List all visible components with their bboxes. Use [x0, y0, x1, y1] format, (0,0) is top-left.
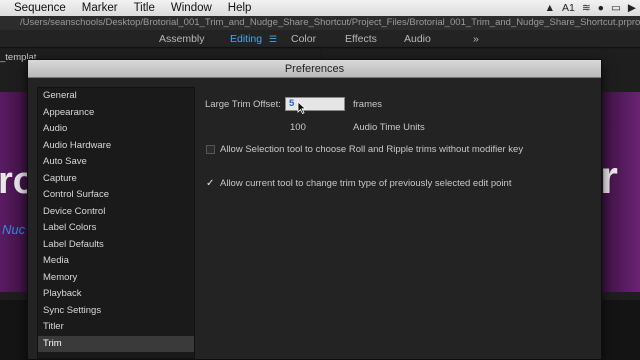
- category-label-defaults[interactable]: Label Defaults: [38, 237, 194, 254]
- category-capture[interactable]: Capture: [38, 171, 194, 188]
- menu-marker[interactable]: Marker: [74, 0, 126, 16]
- more-workspaces-icon[interactable]: »: [473, 30, 479, 48]
- roll-ripple-checkbox[interactable]: [206, 145, 215, 154]
- category-playback[interactable]: Playback: [38, 286, 194, 303]
- menu-help[interactable]: Help: [220, 0, 260, 16]
- category-device-control[interactable]: Device Control: [38, 204, 194, 221]
- tab-effects[interactable]: Effects: [345, 30, 377, 48]
- workspace-bar: Assembly Editing ☰ Color Effects Audio »: [0, 30, 640, 48]
- adobe-icon[interactable]: ▲: [545, 0, 555, 16]
- category-titler[interactable]: Titler: [38, 319, 194, 336]
- mouse-pointer-icon: [297, 101, 307, 115]
- large-trim-offset-label: Large Trim Offset:: [205, 99, 281, 110]
- dialog-title: Preferences: [28, 60, 601, 78]
- menu-sequence[interactable]: Sequence: [6, 0, 74, 16]
- audio-trim-offset-input[interactable]: 100: [290, 122, 306, 133]
- trim-type-checkbox[interactable]: ✓: [206, 179, 214, 189]
- video-subtext-left: Nuc: [2, 222, 26, 237]
- status-area: ▲ A1 ≋ ● ▭ ▶: [545, 0, 636, 16]
- large-trim-offset-value: 5: [289, 98, 295, 109]
- category-general[interactable]: General: [38, 88, 194, 105]
- tab-editing[interactable]: Editing: [230, 30, 262, 48]
- a1-badge-icon[interactable]: A1: [562, 0, 575, 16]
- category-control-surface[interactable]: Control Surface: [38, 187, 194, 204]
- wifi-icon[interactable]: ≋: [582, 0, 591, 16]
- category-trim[interactable]: Trim: [38, 335, 194, 352]
- trim-type-label: Allow current tool to change trim type o…: [220, 178, 512, 189]
- trim-settings: Large Trim Offset: 5 frames 100 Audio Ti…: [204, 87, 594, 357]
- audio-trim-offset-unit: Audio Time Units: [353, 122, 425, 133]
- large-trim-offset-input[interactable]: 5: [285, 97, 345, 111]
- project-path: /Users/seanschools/Desktop/Brotorial_001…: [0, 16, 640, 30]
- category-label-colors[interactable]: Label Colors: [38, 220, 194, 237]
- tab-assembly[interactable]: Assembly: [159, 30, 205, 48]
- category-audio[interactable]: Audio: [38, 121, 194, 138]
- menu-title[interactable]: Title: [126, 0, 163, 16]
- preferences-dialog: Preferences General Appearance Audio Aud…: [27, 59, 602, 360]
- category-memory[interactable]: Memory: [38, 270, 194, 287]
- volume-icon[interactable]: ▶: [628, 0, 636, 16]
- category-list: General Appearance Audio Audio Hardware …: [37, 87, 195, 359]
- video-text-right: r: [600, 151, 618, 203]
- mac-menu-bar: Sequence Marker Title Window Help ▲ A1 ≋…: [0, 0, 640, 16]
- large-trim-offset-unit: frames: [353, 99, 383, 110]
- category-appearance[interactable]: Appearance: [38, 105, 194, 122]
- tab-color[interactable]: Color: [291, 30, 316, 48]
- roll-ripple-label: Allow Selection tool to choose Roll and …: [220, 144, 524, 155]
- display-icon[interactable]: ▭: [611, 0, 621, 16]
- category-audio-hardware[interactable]: Audio Hardware: [38, 138, 194, 155]
- sync-icon[interactable]: ●: [598, 0, 604, 16]
- menu-window[interactable]: Window: [163, 0, 220, 16]
- category-auto-save[interactable]: Auto Save: [38, 154, 194, 171]
- screen: Sequence Marker Title Window Help ▲ A1 ≋…: [0, 0, 640, 360]
- category-sync-settings[interactable]: Sync Settings: [38, 303, 194, 320]
- tab-audio[interactable]: Audio: [404, 30, 431, 48]
- hamburger-menu-icon[interactable]: ☰: [269, 30, 277, 48]
- category-media[interactable]: Media: [38, 253, 194, 270]
